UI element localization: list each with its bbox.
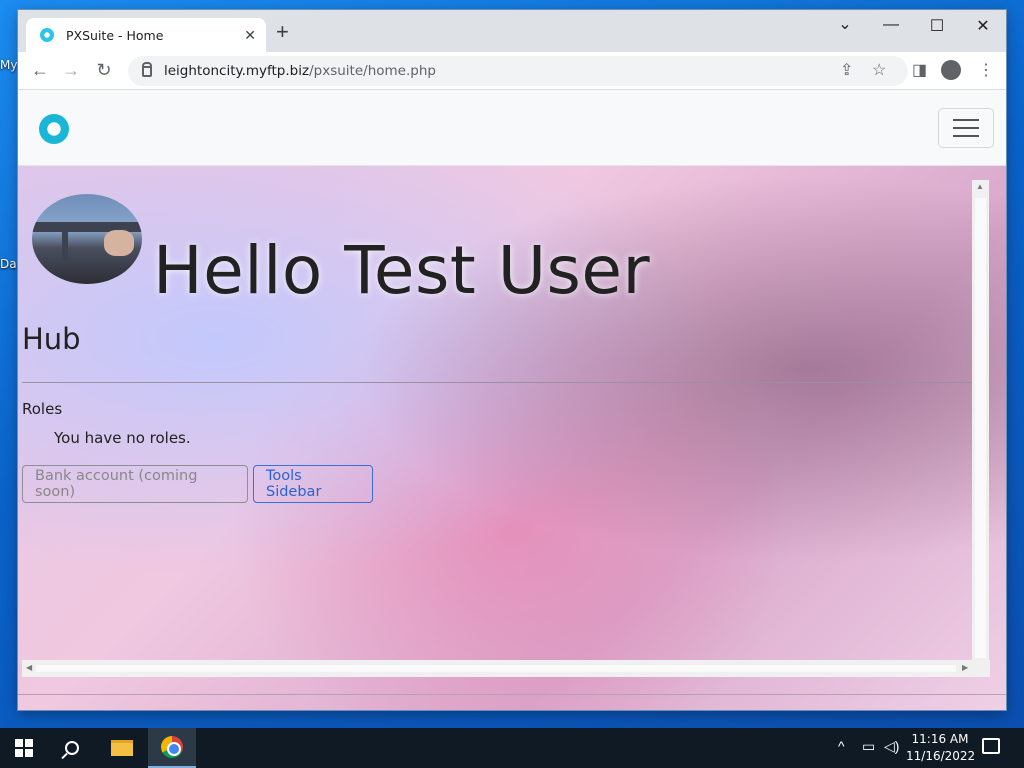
roles-text: You have no roles.: [54, 429, 191, 447]
system-clock[interactable]: 11:16 AM 11/16/2022: [906, 731, 976, 765]
roles-heading: Roles: [22, 400, 63, 418]
chrome-taskbar-button[interactable]: [148, 728, 196, 768]
close-tab-icon[interactable]: ✕: [244, 27, 256, 44]
notifications-icon[interactable]: [982, 738, 1000, 754]
folder-icon: [111, 740, 133, 756]
back-button[interactable]: ←: [28, 60, 52, 81]
site-navbar: [18, 90, 1006, 166]
profile-avatar-icon[interactable]: [941, 60, 961, 80]
windows-logo-icon: [15, 739, 33, 757]
bank-account-button: Bank account (coming soon): [22, 465, 248, 503]
tab-strip: PXSuite - Home ✕ + ⌄ — ☐ ✕: [18, 10, 1006, 52]
lock-icon[interactable]: [142, 61, 152, 77]
start-button[interactable]: [0, 728, 48, 768]
close-window-button[interactable]: ✕: [968, 16, 998, 36]
search-icon: [65, 741, 79, 755]
address-bar[interactable]: leightoncity.myftp.biz /pxsuite/home.php: [128, 56, 908, 86]
user-avatar: [32, 194, 142, 284]
site-favicon-icon: [40, 28, 54, 42]
brand-logo-icon[interactable]: [39, 114, 69, 144]
new-tab-button[interactable]: +: [276, 21, 289, 43]
forward-button[interactable]: →: [59, 60, 83, 81]
tab-title: PXSuite - Home: [66, 27, 164, 43]
desktop-icon-label[interactable]: My: [0, 58, 17, 72]
search-button[interactable]: [48, 728, 96, 768]
taskbar: ^ ▭ ◁) 11:16 AM 11/16/2022: [0, 728, 1024, 768]
tab-pxsuite-home[interactable]: PXSuite - Home ✕: [26, 18, 266, 52]
reload-button[interactable]: ↻: [92, 60, 116, 81]
divider: [18, 694, 1006, 695]
chrome-icon: [161, 736, 183, 758]
side-panel-icon[interactable]: ◨: [912, 60, 927, 80]
bookmark-star-icon[interactable]: ☆: [872, 60, 886, 80]
url-host: leightoncity.myftp.biz: [164, 63, 310, 79]
file-explorer-button[interactable]: [98, 728, 146, 768]
share-icon[interactable]: ⇪: [840, 60, 853, 80]
menu-kebab-icon[interactable]: ⋮: [978, 60, 994, 80]
clock-time: 11:16 AM: [911, 732, 969, 746]
horizontal-scroll-thumb[interactable]: [36, 665, 956, 672]
scroll-up-icon[interactable]: ▲: [976, 182, 984, 191]
vertical-scroll-thumb[interactable]: [975, 198, 986, 658]
browser-window: PXSuite - Home ✕ + ⌄ — ☐ ✕ ← → ↻ leighto…: [18, 10, 1006, 710]
divider: [22, 382, 972, 383]
maximize-button[interactable]: ☐: [922, 16, 952, 36]
volume-icon[interactable]: ◁): [884, 738, 899, 755]
desktop-icon-label[interactable]: Da: [0, 257, 17, 271]
horizontal-scrollbar[interactable]: ◀ ▶: [22, 660, 990, 677]
minimize-button[interactable]: —: [876, 16, 906, 34]
clock-date: 11/16/2022: [906, 749, 976, 763]
scroll-left-icon[interactable]: ◀: [26, 663, 32, 672]
hub-heading: Hub: [22, 322, 81, 356]
scroll-right-icon[interactable]: ▶: [962, 663, 968, 672]
page-content: Hello Test User Hub Roles You have no ro…: [18, 90, 1006, 710]
vertical-scrollbar[interactable]: ▲ ▼: [972, 180, 989, 674]
browser-toolbar: ← → ↻ leightoncity.myftp.biz /pxsuite/ho…: [18, 52, 1006, 90]
greeting-heading: Hello Test User: [153, 232, 651, 309]
tab-search-icon[interactable]: ⌄: [830, 14, 860, 34]
show-hidden-icons-icon[interactable]: ^: [838, 738, 845, 754]
hub-frame: Hello Test User Hub Roles You have no ro…: [22, 172, 990, 660]
navbar-toggler-button[interactable]: [938, 108, 994, 148]
tools-sidebar-button[interactable]: Tools Sidebar: [253, 465, 373, 503]
url-path: /pxsuite/home.php: [309, 63, 436, 79]
network-icon[interactable]: ▭: [862, 738, 875, 755]
